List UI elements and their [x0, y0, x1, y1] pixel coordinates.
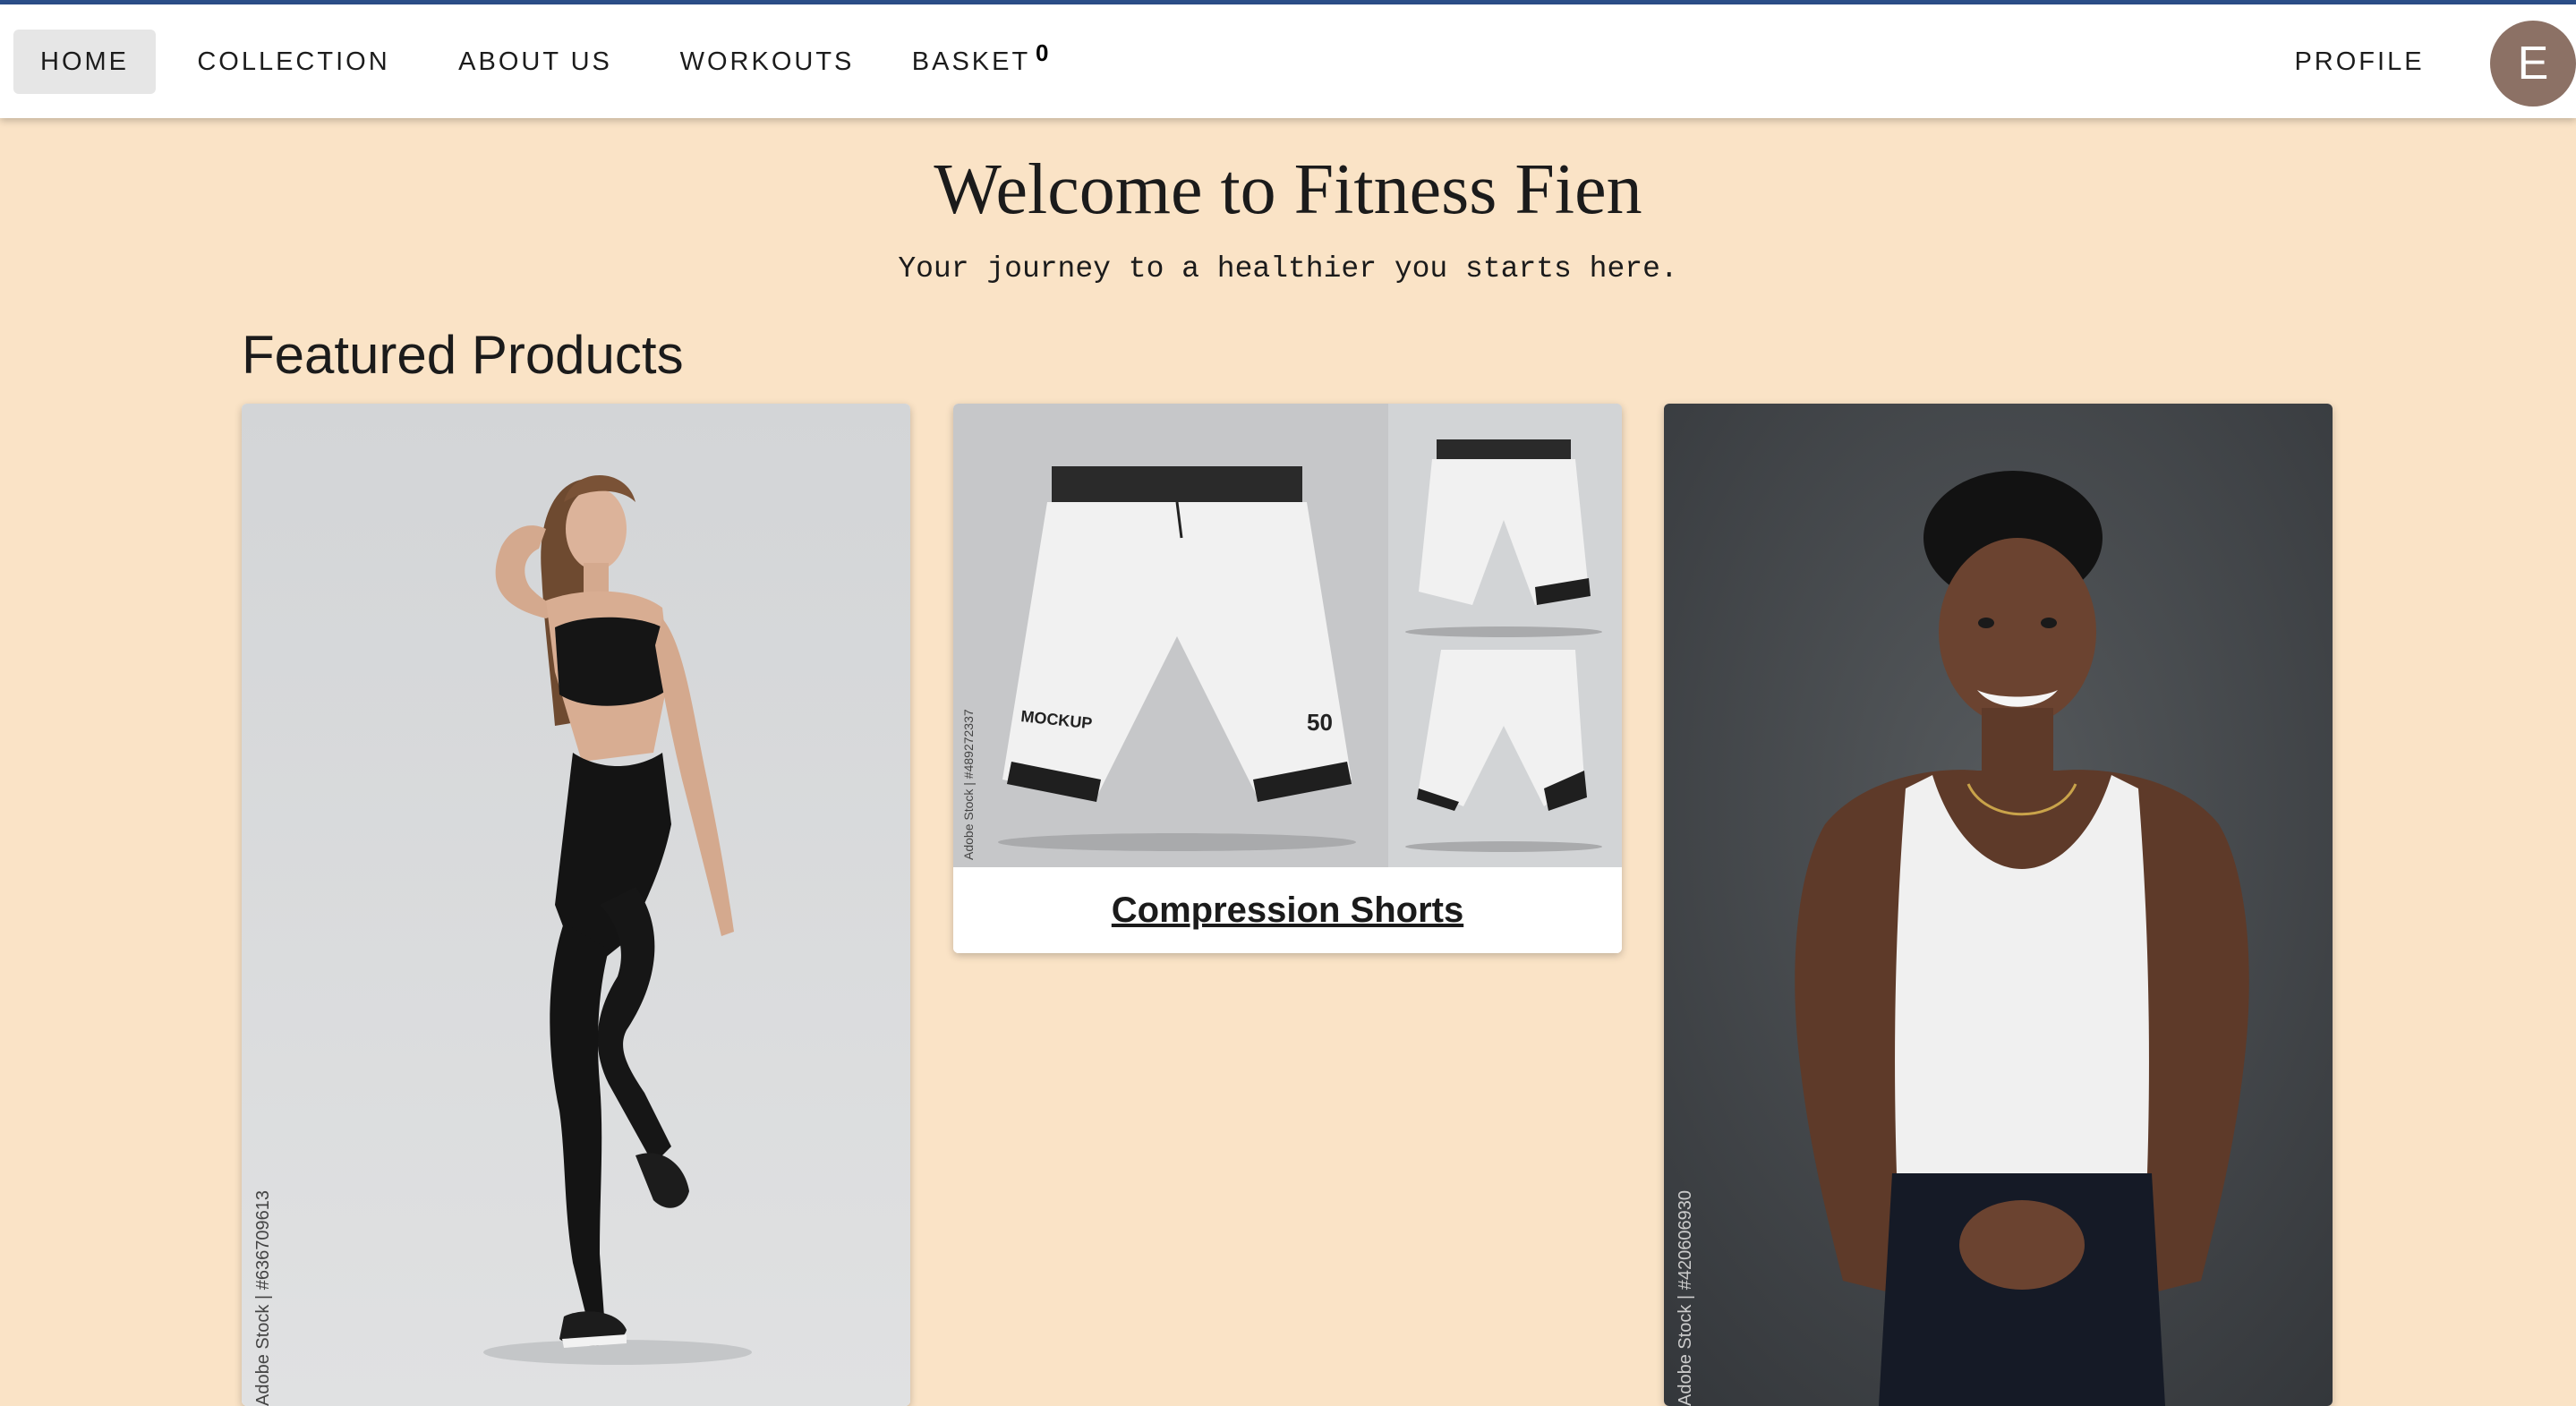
page-subtitle: Your journey to a healthier you starts h…: [898, 252, 1678, 285]
avatar[interactable]: E: [2490, 21, 2576, 107]
nav-home[interactable]: HOME: [13, 30, 156, 94]
basket-count-badge: 0: [1036, 39, 1049, 66]
watermark-text: Adobe Stock | #489272337: [961, 709, 976, 860]
product-card-activewear[interactable]: Adobe Stock | #636709613: [242, 404, 910, 1406]
nav-basket[interactable]: BASKET: [904, 30, 1038, 94]
nav-collection[interactable]: COLLECTION: [186, 30, 401, 94]
woman-activewear-image[interactable]: Adobe Stock | #636709613: [242, 404, 910, 1406]
featured-products-heading: Featured Products: [242, 325, 684, 385]
svg-text:50: 50: [1307, 709, 1333, 736]
product-card-compression-shorts[interactable]: MOCKUP 50 Adobe Stock | #489272337 Compr…: [953, 404, 1622, 953]
navbar: HOME COLLECTION ABOUT US WORKOUTS BASKET…: [0, 4, 2576, 118]
nav-workouts[interactable]: WORKOUTS: [671, 30, 863, 94]
product-label[interactable]: Compression Shorts: [953, 867, 1622, 953]
page-title: Welcome to Fitness Fien: [934, 150, 1642, 229]
compression-shorts-image[interactable]: MOCKUP 50 Adobe Stock | #489272337: [953, 404, 1622, 867]
watermark-text: Adobe Stock | #636709613: [253, 1190, 273, 1406]
watermark-text: Adobe Stock | #420606930: [1676, 1190, 1695, 1406]
product-card-tank-top[interactable]: Adobe Stock | #420606930: [1664, 404, 2333, 1406]
man-tank-top-image[interactable]: Adobe Stock | #420606930: [1664, 404, 2333, 1406]
nav-about-us[interactable]: ABOUT US: [442, 30, 628, 94]
nav-profile[interactable]: PROFILE: [2281, 30, 2438, 94]
